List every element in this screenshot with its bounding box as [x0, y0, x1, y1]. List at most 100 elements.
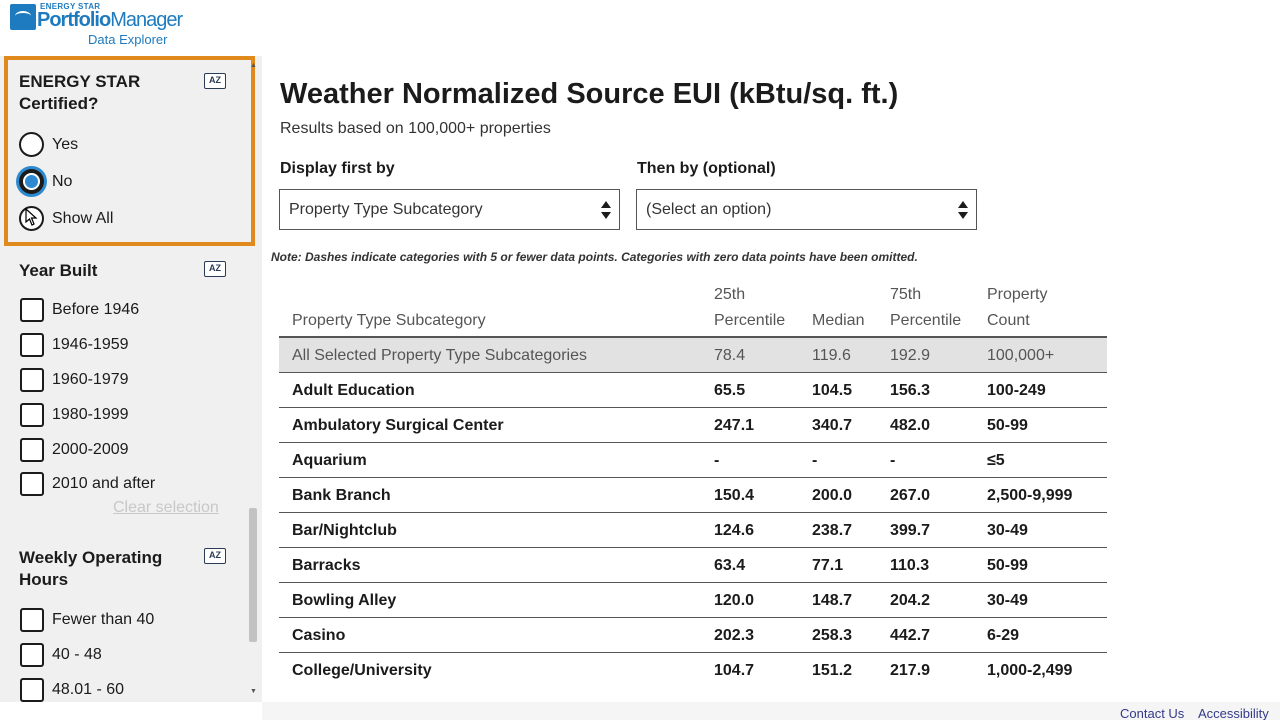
cell-p75: -: [890, 452, 896, 469]
cell-name: Bar/Nightclub: [292, 522, 397, 539]
scroll-down-icon[interactable]: ▼: [250, 688, 257, 695]
cell-name: All Selected Property Type Subcategories: [292, 347, 587, 364]
header-category[interactable]: Property Type Subcategory: [292, 308, 486, 334]
cell-count: 6-29: [987, 627, 1020, 644]
table-row: Bank Branch 150.4 200.0 267.0 2,500-9,99…: [279, 478, 1107, 513]
cell-count: 100-249: [987, 382, 1046, 399]
year-built-filter-title: Year Built: [19, 261, 98, 280]
cell-median: 148.7: [812, 592, 853, 609]
cell-p25: 104.7: [714, 662, 755, 679]
display-first-select[interactable]: Property Type Subcategory: [279, 189, 620, 230]
mouse-pointer-icon: [25, 208, 38, 226]
cell-name: Ambulatory Surgical Center: [292, 417, 504, 434]
cell-p75: 110.3: [890, 557, 930, 574]
sort-az-icon[interactable]: AZ: [204, 73, 226, 89]
then-by-value: (Select an option): [646, 201, 772, 218]
logo-subtitle: Data Explorer: [88, 32, 168, 47]
checkbox-label[interactable]: Fewer than 40: [52, 610, 154, 630]
checkbox-label[interactable]: 1980-1999: [52, 405, 129, 425]
checkbox-2000-2009[interactable]: [20, 438, 44, 462]
checkbox-label[interactable]: 2010 and after: [52, 474, 155, 494]
footer: Contact Us Accessibility: [262, 702, 1280, 720]
cell-p25: 202.3: [714, 627, 755, 644]
checkbox-1946-1959[interactable]: [20, 333, 44, 357]
cell-p25: 78.4: [714, 347, 746, 364]
table-row: College/University 104.7 151.2 217.9 1,0…: [279, 653, 1107, 688]
cell-name: Casino: [292, 627, 346, 644]
cell-p25: -: [714, 452, 720, 469]
checkbox-label[interactable]: Before 1946: [52, 300, 139, 320]
cell-p75: 267.0: [890, 487, 931, 504]
checkbox-before-1946[interactable]: [20, 298, 44, 322]
cell-p75: 217.9: [890, 662, 931, 679]
contact-us-link[interactable]: Contact Us: [1120, 706, 1184, 720]
accessibility-link[interactable]: Accessibility: [1198, 706, 1269, 720]
cell-count: 1,000-2,499: [987, 662, 1073, 679]
table-row: Bowling Alley 120.0 148.7 204.2 30-49: [279, 583, 1107, 618]
portfolio-manager-logo[interactable]: ENERGY STAR PortfolioManager Data Explor…: [8, 2, 183, 52]
clear-selection-link[interactable]: Clear selection: [113, 499, 219, 517]
cell-count: ≤5: [987, 452, 1005, 469]
header-count[interactable]: Property Count: [987, 282, 1047, 334]
cell-name: Adult Education: [292, 382, 415, 399]
checkbox-label[interactable]: 1946-1959: [52, 335, 129, 355]
cell-p75: 156.3: [890, 382, 931, 399]
checkbox-2010-and-after[interactable]: [20, 472, 44, 496]
cell-p25: 124.6: [714, 522, 755, 539]
header-p75[interactable]: 75th Percentile: [890, 282, 961, 334]
then-by-label: Then by (optional): [637, 160, 776, 177]
table-row: Casino 202.3 258.3 442.7 6-29: [279, 618, 1107, 653]
checkbox-fewer-than-40[interactable]: [20, 608, 44, 632]
cell-p75: 192.9: [890, 347, 931, 364]
cell-median: 119.6: [812, 347, 851, 364]
cell-p25: 65.5: [714, 382, 746, 399]
cell-p75: 482.0: [890, 417, 931, 434]
sidebar-scrollbar[interactable]: ▲ ▼: [246, 56, 260, 702]
header-median[interactable]: Median: [812, 308, 864, 334]
cell-p75: 442.7: [890, 627, 931, 644]
cell-p25: 120.0: [714, 592, 755, 609]
radio-no[interactable]: [19, 169, 44, 194]
checkbox-label[interactable]: 2000-2009: [52, 440, 129, 460]
checkbox-48-60[interactable]: [20, 678, 44, 702]
sort-az-icon[interactable]: AZ: [204, 548, 226, 564]
checkbox-label[interactable]: 1960-1979: [52, 370, 129, 390]
radio-label-show-all[interactable]: Show All: [52, 209, 113, 229]
checkbox-1980-1999[interactable]: [20, 403, 44, 427]
page-title: Weather Normalized Source EUI (kBtu/sq. …: [280, 78, 899, 110]
cell-p75: 204.2: [890, 592, 931, 609]
scrollbar-thumb[interactable]: [249, 508, 257, 642]
radio-yes[interactable]: [19, 132, 44, 157]
sort-az-icon[interactable]: AZ: [204, 261, 226, 277]
cell-median: 258.3: [812, 627, 853, 644]
cell-median: 340.7: [812, 417, 853, 434]
cell-median: 77.1: [812, 557, 844, 574]
radio-label-yes[interactable]: Yes: [52, 135, 78, 155]
cell-p25: 150.4: [714, 487, 755, 504]
table-row: Adult Education 65.5 104.5 156.3 100-249: [279, 373, 1107, 408]
radio-label-no[interactable]: No: [52, 172, 72, 192]
table-note: Note: Dashes indicate categories with 5 …: [271, 250, 918, 264]
scroll-up-icon[interactable]: ▲: [250, 62, 257, 69]
table-header: Property Type Subcategory 25th Percentile…: [279, 280, 1107, 338]
header-p25[interactable]: 25th Percentile: [714, 282, 785, 334]
select-arrows-icon: [601, 201, 611, 219]
cell-name: Barracks: [292, 557, 361, 574]
certified-filter-title: ENERGY STAR Certified?: [19, 72, 141, 113]
display-first-label: Display first by: [280, 160, 395, 177]
table-row: Ambulatory Surgical Center 247.1 340.7 4…: [279, 408, 1107, 443]
table-row: Aquarium - - - ≤5: [279, 443, 1107, 478]
energy-star-icon: [10, 4, 36, 30]
cell-count: 30-49: [987, 592, 1028, 609]
checkbox-40-48[interactable]: [20, 643, 44, 667]
results-table: Property Type Subcategory 25th Percentile…: [279, 280, 1107, 688]
cell-median: 238.7: [812, 522, 853, 539]
checkbox-label[interactable]: 48.01 - 60: [52, 680, 124, 700]
cell-median: 200.0: [812, 487, 853, 504]
then-by-select[interactable]: (Select an option): [636, 189, 977, 230]
checkbox-label[interactable]: 40 - 48: [52, 645, 102, 665]
checkbox-1960-1979[interactable]: [20, 368, 44, 392]
cell-count: 50-99: [987, 417, 1028, 434]
logo-title: PortfolioManager: [37, 9, 183, 31]
results-subtitle: Results based on 100,000+ properties: [280, 120, 551, 137]
